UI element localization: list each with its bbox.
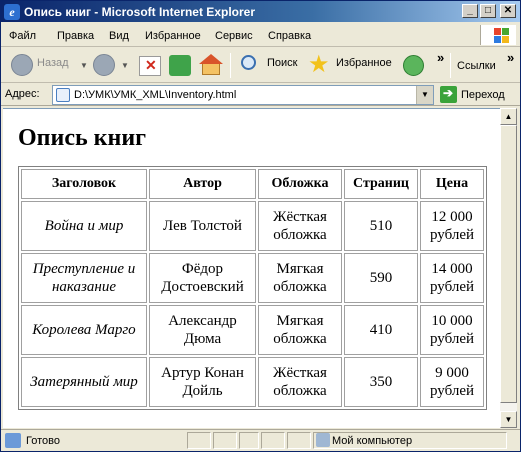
address-input[interactable]: D:\УМК\УМК_XML\Inventory.html ▼ bbox=[52, 85, 434, 105]
my-computer-icon bbox=[316, 433, 330, 447]
status-pane bbox=[187, 432, 211, 449]
pages-cell: 410 bbox=[344, 305, 418, 355]
cover-cell: Жёсткая обложка bbox=[258, 357, 342, 407]
price-cell: 12 000 рублей bbox=[420, 201, 484, 251]
table-row: Преступление и наказание Фёдор Достоевск… bbox=[21, 253, 484, 303]
table-row: Королева Марго Александр Дюма Мягкая обл… bbox=[21, 305, 484, 355]
status-pane bbox=[213, 432, 237, 449]
toolbar-separator bbox=[230, 53, 231, 78]
favorites-button[interactable]: ★ Избранное bbox=[307, 51, 393, 79]
page-content: Опись книг Заголовок Автор Обложка Стран… bbox=[18, 125, 487, 410]
minimize-button[interactable]: _ bbox=[462, 4, 478, 18]
book-title-cell: Преступление и наказание bbox=[21, 253, 147, 303]
price-cell: 9 000 рублей bbox=[420, 357, 484, 407]
menu-edit[interactable]: Правка bbox=[57, 30, 94, 42]
vertical-scrollbar[interactable]: ▲ ▼ bbox=[500, 108, 517, 428]
address-value: D:\УМК\УМК_XML\Inventory.html bbox=[74, 89, 237, 101]
book-title-cell: Затерянный мир bbox=[21, 357, 147, 407]
page-icon bbox=[56, 88, 70, 102]
inventory-table: Заголовок Автор Обложка Страниц Цена Вой… bbox=[18, 166, 487, 410]
forward-arrow-icon bbox=[93, 54, 115, 76]
go-button[interactable]: Переход bbox=[461, 89, 505, 101]
ie-icon: e bbox=[4, 4, 20, 20]
scroll-up-icon[interactable]: ▲ bbox=[500, 108, 517, 125]
address-dropdown-icon[interactable]: ▼ bbox=[416, 86, 433, 104]
close-button[interactable]: ✕ bbox=[500, 4, 516, 18]
history-button[interactable] bbox=[401, 52, 427, 79]
status-bar: Готово Мой компьютер bbox=[1, 429, 520, 451]
table-header-row: Заголовок Автор Обложка Страниц Цена bbox=[21, 169, 484, 199]
author-cell: Лев Толстой bbox=[149, 201, 256, 251]
menu-tools[interactable]: Сервис bbox=[215, 30, 253, 42]
column-header: Заголовок bbox=[21, 169, 147, 199]
book-title-cell: Война и мир bbox=[21, 201, 147, 251]
links-chevron-icon[interactable]: » bbox=[507, 50, 514, 65]
pages-cell: 350 bbox=[344, 357, 418, 407]
search-icon bbox=[241, 55, 256, 70]
stop-icon[interactable]: ✕ bbox=[139, 56, 161, 76]
book-title-cell: Королева Марго bbox=[21, 305, 147, 355]
forward-dropdown-icon[interactable]: ▼ bbox=[121, 61, 129, 70]
cover-cell: Мягкая обложка bbox=[258, 305, 342, 355]
scroll-down-icon[interactable]: ▼ bbox=[500, 411, 517, 428]
browser-window: e Опись книг - Microsoft Internet Explor… bbox=[0, 0, 521, 452]
status-pane bbox=[287, 432, 311, 449]
cover-cell: Мягкая обложка bbox=[258, 253, 342, 303]
search-button[interactable]: Поиск bbox=[237, 52, 301, 79]
menu-help[interactable]: Справка bbox=[268, 30, 311, 42]
go-arrow-icon[interactable]: ➔ bbox=[440, 86, 457, 103]
page-title: Опись книг bbox=[18, 125, 147, 151]
links-button[interactable]: Ссылки bbox=[457, 60, 496, 72]
menu-view[interactable]: Вид bbox=[109, 30, 129, 42]
column-header: Цена bbox=[420, 169, 484, 199]
zone-text: Мой компьютер bbox=[332, 435, 413, 447]
table-row: Война и мир Лев Толстой Жёсткая обложка … bbox=[21, 201, 484, 251]
page-viewport: Опись книг Заголовок Автор Обложка Стран… bbox=[3, 108, 500, 428]
home-icon[interactable] bbox=[199, 54, 223, 76]
table-row: Затерянный мир Артур Конан Дойль Жёсткая… bbox=[21, 357, 484, 407]
author-cell: Артур Конан Дойль bbox=[149, 357, 256, 407]
menu-bar: Файл Правка Вид Избранное Сервис Справка bbox=[1, 23, 520, 47]
refresh-icon[interactable] bbox=[169, 55, 191, 76]
column-header: Обложка bbox=[258, 169, 342, 199]
cover-cell: Жёсткая обложка bbox=[258, 201, 342, 251]
menu-favorites[interactable]: Избранное bbox=[145, 30, 201, 42]
status-pane bbox=[239, 432, 259, 449]
author-cell: Фёдор Достоевский bbox=[149, 253, 256, 303]
pages-cell: 590 bbox=[344, 253, 418, 303]
scrollbar-thumb[interactable] bbox=[500, 125, 517, 403]
column-header: Страниц bbox=[344, 169, 418, 199]
status-text: Готово bbox=[26, 435, 60, 447]
back-button[interactable]: Назад bbox=[7, 52, 77, 79]
forward-button[interactable] bbox=[91, 52, 121, 79]
window-title: Опись книг - Microsoft Internet Explorer bbox=[24, 5, 255, 19]
pages-cell: 510 bbox=[344, 201, 418, 251]
toolbar-chevron-icon[interactable]: » bbox=[437, 50, 444, 65]
toolbar: Назад ▼ ▼ ✕ Поиск ★ Избранное » Ссылки » bbox=[1, 48, 520, 83]
star-icon: ★ bbox=[308, 51, 330, 78]
back-dropdown-icon[interactable]: ▼ bbox=[80, 61, 88, 70]
price-cell: 14 000 рублей bbox=[420, 253, 484, 303]
maximize-button[interactable]: □ bbox=[480, 4, 496, 18]
price-cell: 10 000 рублей bbox=[420, 305, 484, 355]
address-label: Адрес: bbox=[5, 88, 40, 100]
back-arrow-icon bbox=[11, 54, 33, 76]
toolbar-separator bbox=[450, 53, 451, 78]
address-bar: Адрес: D:\УМК\УМК_XML\Inventory.html ▼ ➔… bbox=[1, 84, 520, 106]
back-label: Назад bbox=[37, 57, 69, 69]
search-label: Поиск bbox=[267, 57, 298, 69]
menu-file[interactable]: Файл bbox=[9, 30, 36, 42]
title-bar[interactable]: e Опись книг - Microsoft Internet Explor… bbox=[1, 1, 520, 22]
status-pane bbox=[261, 432, 285, 449]
favorites-label: Избранное bbox=[336, 57, 392, 69]
history-icon bbox=[403, 55, 424, 76]
column-header: Автор bbox=[149, 169, 256, 199]
windows-logo-icon bbox=[480, 25, 516, 45]
author-cell: Александр Дюма bbox=[149, 305, 256, 355]
page-status-icon bbox=[5, 433, 21, 448]
